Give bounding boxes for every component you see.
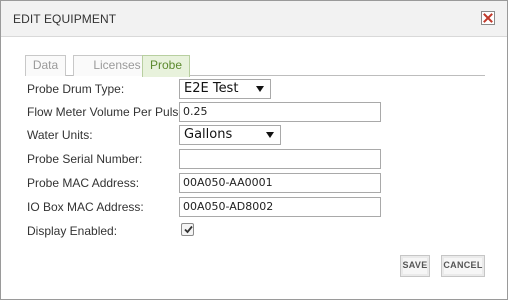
- edit-equipment-dialog: EDIT EQUIPMENT Data Licenses Probe Probe…: [0, 0, 508, 300]
- io-box-mac-label: IO Box MAC Address:: [27, 200, 144, 214]
- probe-mac-label: Probe MAC Address:: [27, 176, 140, 190]
- water-units-label: Water Units:: [27, 128, 93, 142]
- water-units-select[interactable]: Gallons: [179, 125, 281, 145]
- probe-serial-input[interactable]: [179, 149, 381, 169]
- cancel-button[interactable]: CANCEL: [441, 255, 485, 277]
- save-button[interactable]: SAVE: [400, 255, 430, 277]
- dialog-titlebar: EDIT EQUIPMENT: [1, 1, 507, 37]
- tab-probe[interactable]: Probe: [142, 55, 190, 77]
- dropdown-arrow-icon: [266, 132, 274, 138]
- io-box-mac-input[interactable]: 00A050-AD8002: [179, 197, 381, 217]
- dropdown-arrow-icon: [256, 86, 264, 92]
- water-units-value: Gallons: [184, 127, 233, 142]
- checkmark-icon: [184, 225, 193, 234]
- tab-data[interactable]: Data: [25, 55, 66, 76]
- display-enabled-label: Display Enabled:: [27, 224, 118, 238]
- flow-meter-volume-label: Flow Meter Volume Per Pulse:: [27, 105, 189, 119]
- probe-drum-type-value: E2E Test: [184, 81, 239, 96]
- probe-mac-input[interactable]: 00A050-AA0001: [179, 173, 381, 193]
- probe-drum-type-select[interactable]: E2E Test: [179, 79, 271, 99]
- dialog-title: EDIT EQUIPMENT: [13, 12, 117, 26]
- display-enabled-checkbox[interactable]: [181, 223, 194, 236]
- close-button[interactable]: [481, 11, 495, 25]
- tab-bar: Data Licenses Probe: [25, 55, 485, 77]
- flow-meter-volume-input[interactable]: 0.25: [179, 102, 381, 122]
- probe-drum-type-label: Probe Drum Type:: [27, 82, 125, 96]
- close-icon: [483, 13, 493, 23]
- probe-serial-label: Probe Serial Number:: [27, 152, 143, 166]
